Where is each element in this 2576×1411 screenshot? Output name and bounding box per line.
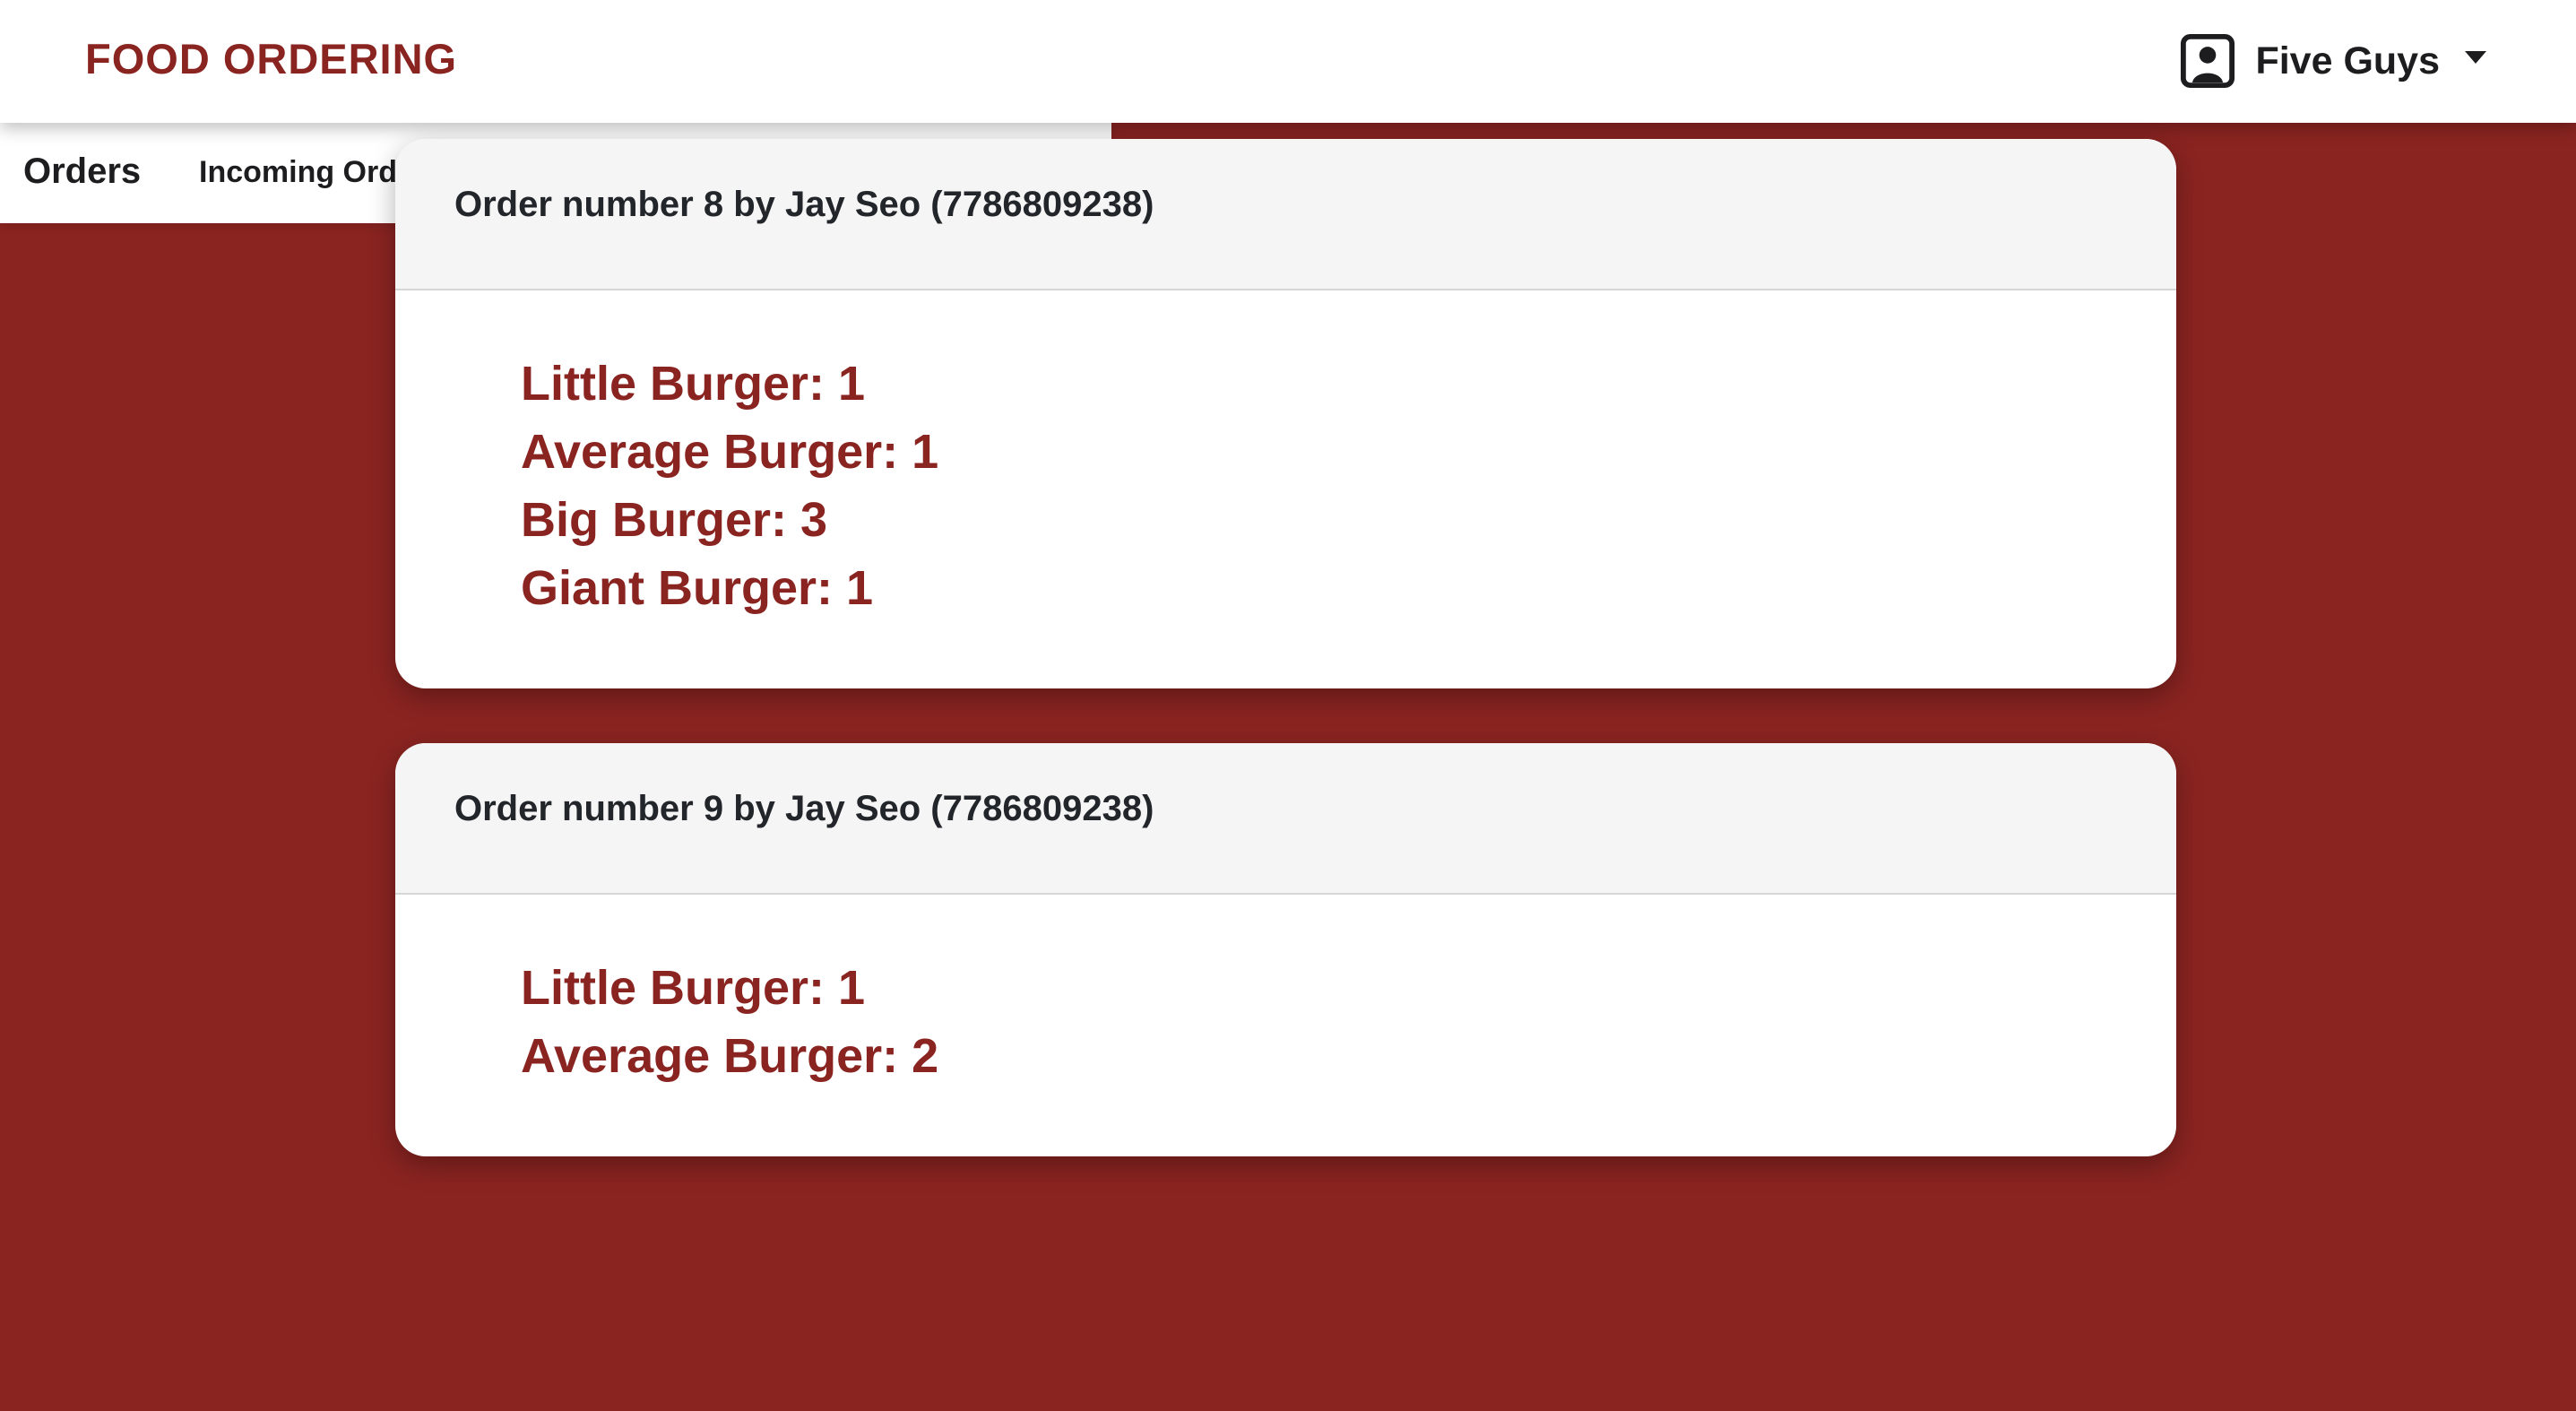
- order-items: Little Burger: 1 Average Burger: 2: [395, 895, 2176, 1156]
- person-square-icon: [2181, 33, 2235, 89]
- order-item: Average Burger: 2: [521, 1029, 939, 1083]
- order-item: Average Burger: 1: [521, 425, 939, 479]
- order-title: Order number 9 by Jay Seo (7786809238): [454, 789, 1154, 828]
- user-name: Five Guys: [2255, 39, 2440, 82]
- top-navbar: FOOD ORDERING Five Guys: [0, 0, 2576, 123]
- order-title: Order number 8 by Jay Seo (7786809238): [454, 185, 1154, 224]
- order-card-header: Order number 8 by Jay Seo (7786809238): [395, 139, 2176, 290]
- user-menu-dropdown[interactable]: Five Guys: [2180, 32, 2486, 90]
- brand-logo[interactable]: FOOD ORDERING: [85, 34, 457, 83]
- subnav-title[interactable]: Orders: [23, 151, 141, 192]
- order-card: Order number 8 by Jay Seo (7786809238) L…: [395, 139, 2176, 688]
- orders-list: Order number 8 by Jay Seo (7786809238) L…: [395, 139, 2176, 1211]
- order-card-header: Order number 9 by Jay Seo (7786809238): [395, 743, 2176, 895]
- order-card: Order number 9 by Jay Seo (7786809238) L…: [395, 743, 2176, 1156]
- order-items: Little Burger: 1 Average Burger: 1 Big B…: [395, 290, 2176, 688]
- caret-down-icon: [2465, 51, 2486, 64]
- order-item: Little Burger: 1: [521, 961, 866, 1015]
- order-item: Little Burger: 1: [521, 357, 866, 411]
- order-item: Big Burger: 3: [521, 493, 828, 547]
- order-item: Giant Burger: 1: [521, 561, 874, 615]
